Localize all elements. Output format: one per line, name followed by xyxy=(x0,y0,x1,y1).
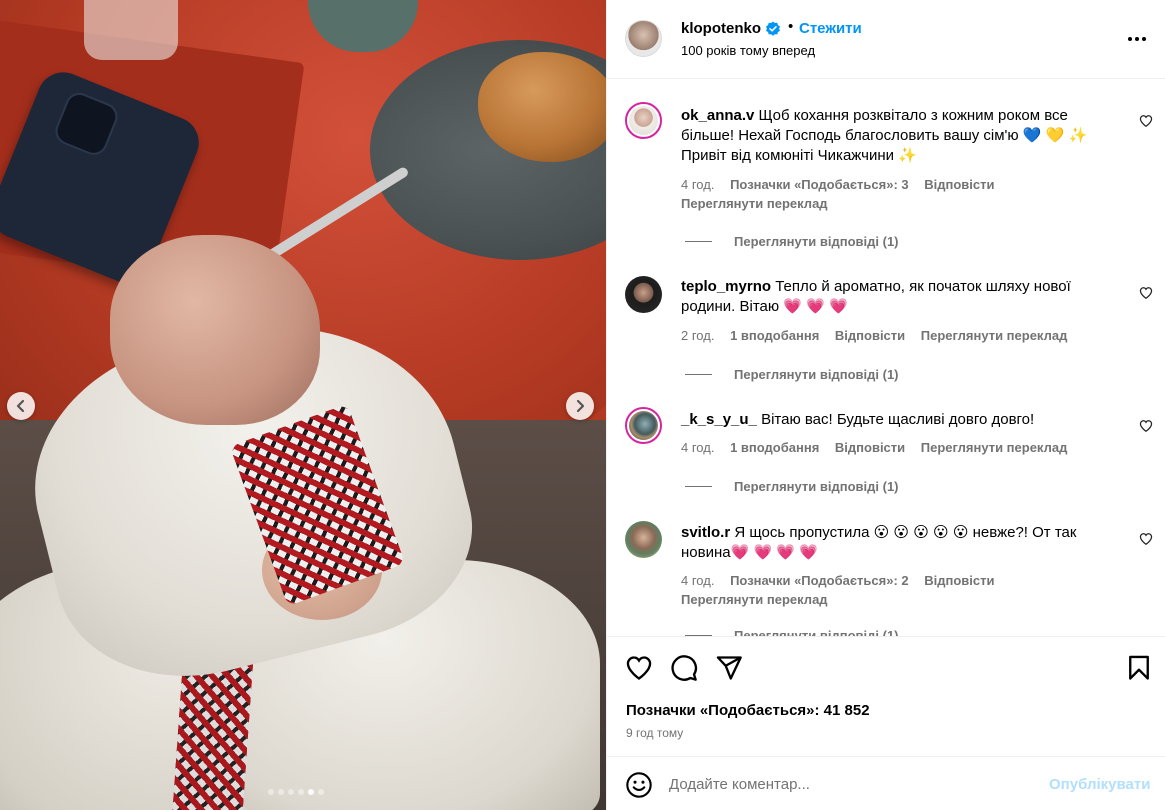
reply-button[interactable]: Відповісти xyxy=(924,177,994,192)
carousel-dot xyxy=(288,789,294,795)
comment-likes[interactable]: Позначки «Подобається»: 3 xyxy=(730,177,909,192)
view-replies-button[interactable]: Переглянути відповіді (1) xyxy=(685,628,899,636)
comment-avatar[interactable] xyxy=(625,102,662,139)
comment-heart-icon[interactable] xyxy=(1139,286,1153,300)
author-avatar[interactable] xyxy=(625,20,662,57)
comment-text: _k_s_y_u_ Вітаю вас! Будьте щасливі довг… xyxy=(681,411,1035,428)
comment-avatar[interactable] xyxy=(625,521,662,558)
post-time[interactable]: 9 год тому xyxy=(626,726,683,740)
translate-link[interactable]: Переглянути переклад xyxy=(921,440,1068,455)
follow-button[interactable]: Стежити xyxy=(799,20,862,37)
comment-meta: 4 год. Позначки «Подобається»: 3 Відпові… xyxy=(681,177,1007,192)
emoji-icon[interactable] xyxy=(625,771,653,799)
more-options-button[interactable] xyxy=(1123,27,1151,51)
comment-heart-icon[interactable] xyxy=(1139,114,1153,128)
photo-glass xyxy=(84,0,178,60)
comment-likes[interactable]: 1 вподобання xyxy=(730,440,819,455)
comment-username[interactable]: teplo_myrno xyxy=(681,278,771,295)
reply-button[interactable]: Відповісти xyxy=(924,573,994,588)
view-replies-button[interactable]: Переглянути відповіді (1) xyxy=(685,367,899,382)
comment-input[interactable] xyxy=(669,773,1029,795)
comment-username[interactable]: _k_s_y_u_ xyxy=(681,411,757,428)
comment-username[interactable]: ok_anna.v xyxy=(681,107,754,124)
comment-time[interactable]: 2 год. xyxy=(681,328,714,343)
carousel-dot xyxy=(268,789,274,795)
comment-avatar[interactable] xyxy=(625,276,662,313)
comment-time[interactable]: 4 год. xyxy=(681,440,714,455)
comment-likes[interactable]: Позначки «Подобається»: 2 xyxy=(730,573,909,588)
post-header: klopotenko • Стежити 100 років тому впер… xyxy=(607,0,1165,79)
carousel-prev-button[interactable] xyxy=(7,392,35,420)
verified-badge-icon xyxy=(766,21,780,36)
chevron-right-icon xyxy=(576,399,585,413)
author-username[interactable]: klopotenko xyxy=(681,20,761,37)
more-icon xyxy=(1128,37,1132,41)
carousel-next-button[interactable] xyxy=(566,392,594,420)
chevron-left-icon xyxy=(16,399,25,413)
likes-count[interactable]: Позначки «Подобається»: 41 852 xyxy=(626,702,870,719)
reply-button[interactable]: Відповісти xyxy=(835,328,905,343)
post-actions: Позначки «Подобається»: 41 852 9 год том… xyxy=(607,636,1165,756)
comment-meta: 4 год. 1 вподобання Відповісти Перегляну… xyxy=(681,440,1079,455)
carousel-dot xyxy=(278,789,284,795)
comments-list[interactable]: ok_anna.v Щоб кохання розквітало з кожни… xyxy=(607,80,1165,636)
comment-icon[interactable] xyxy=(670,654,698,682)
comment-username[interactable]: svitlo.r xyxy=(681,524,730,541)
view-replies-button[interactable]: Переглянути відповіді (1) xyxy=(685,234,899,249)
translate-link[interactable]: Переглянути переклад xyxy=(681,196,828,211)
view-replies-button[interactable]: Переглянути відповіді (1) xyxy=(685,479,899,494)
comment-text: teplo_myrno Тепло й ароматно, як початок… xyxy=(681,278,1071,315)
comment-meta: 4 год. Позначки «Подобається»: 2 Відпові… xyxy=(681,573,1007,588)
carousel-dot xyxy=(308,789,314,795)
translate-link[interactable]: Переглянути переклад xyxy=(921,328,1068,343)
carousel-dot xyxy=(318,789,324,795)
comment-text: svitlo.r Я щось пропустила 😮 😮 😮 😮 😮 нев… xyxy=(681,524,1077,561)
comment-text: ok_anna.v Щоб кохання розквітало з кожни… xyxy=(681,107,1088,164)
post-location[interactable]: 100 років тому вперед xyxy=(681,43,815,58)
post-photo[interactable] xyxy=(0,0,606,810)
header-separator: • xyxy=(788,18,794,35)
share-icon[interactable] xyxy=(715,654,743,682)
comment-time[interactable]: 4 год. xyxy=(681,177,714,192)
comment-likes[interactable]: 1 вподобання xyxy=(730,328,819,343)
comment-time[interactable]: 4 год. xyxy=(681,573,714,588)
bookmark-icon[interactable] xyxy=(1125,654,1153,682)
add-comment-bar: Опублікувати xyxy=(607,756,1165,810)
translate-link[interactable]: Переглянути переклад xyxy=(681,592,828,607)
comment-meta: 2 год. 1 вподобання Відповісти Перегляну… xyxy=(681,328,1079,343)
publish-button[interactable]: Опублікувати xyxy=(1049,776,1150,793)
like-heart-icon[interactable] xyxy=(625,654,653,682)
reply-button[interactable]: Відповісти xyxy=(835,440,905,455)
carousel-dot xyxy=(298,789,304,795)
carousel-dots xyxy=(268,789,324,795)
post-panel: klopotenko • Стежити 100 років тому впер… xyxy=(606,0,1165,810)
photo-hand xyxy=(110,235,320,425)
comment-avatar[interactable] xyxy=(625,407,662,444)
comment-heart-icon[interactable] xyxy=(1139,419,1153,433)
comment-heart-icon[interactable] xyxy=(1139,532,1153,546)
